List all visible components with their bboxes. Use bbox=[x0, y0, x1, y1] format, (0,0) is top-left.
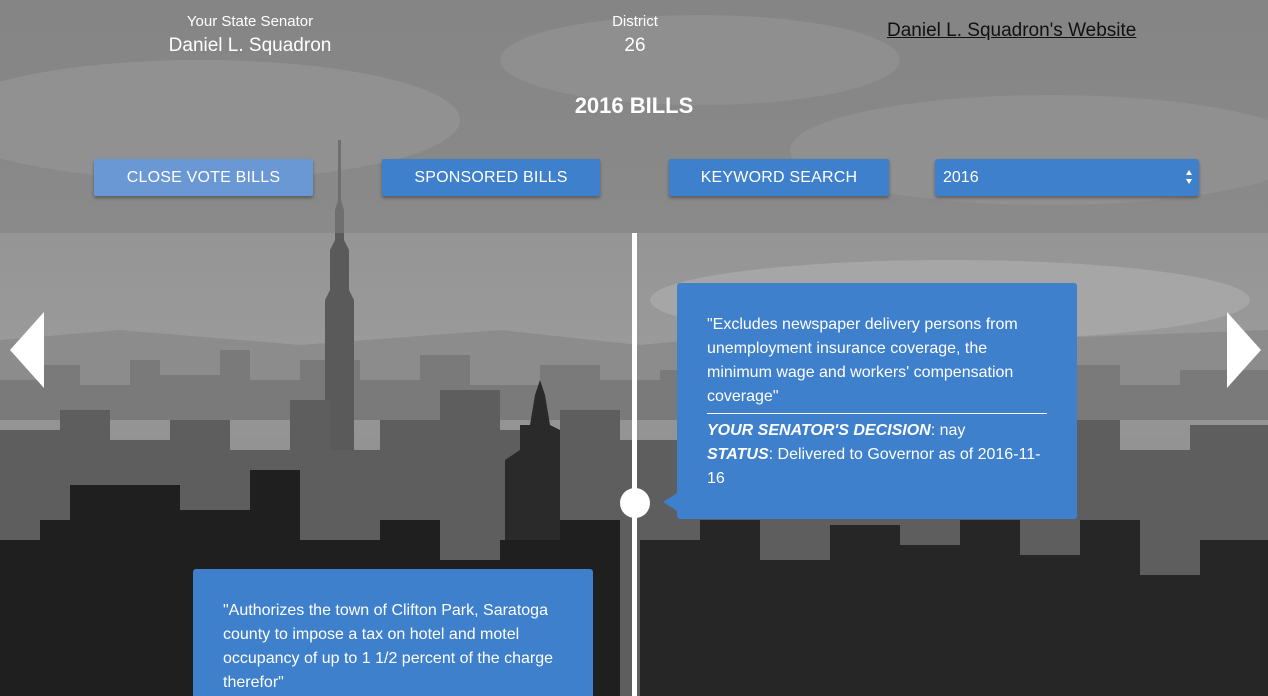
senator-decision: YOUR SENATOR'S DECISION: nay bbox=[707, 419, 1047, 443]
sponsored-bills-button[interactable]: SPONSORED BILLS bbox=[382, 159, 600, 196]
district-number: 26 bbox=[624, 35, 646, 56]
status-label: STATUS bbox=[707, 446, 769, 463]
card-divider bbox=[707, 413, 1047, 414]
decision-value: : nay bbox=[930, 422, 966, 439]
decision-label: YOUR SENATOR'S DECISION bbox=[707, 422, 931, 439]
senator-name: Daniel L. Squadron bbox=[168, 35, 332, 56]
senator-info: Your State Senator Daniel L. Squadron bbox=[150, 13, 350, 57]
bill-description: "Excludes newspaper delivery persons fro… bbox=[707, 316, 1018, 405]
year-select[interactable]: 2016 bbox=[935, 159, 1199, 196]
bill-status: STATUS: Delivered to Governor as of 2016… bbox=[707, 443, 1047, 491]
timeline-dot[interactable] bbox=[620, 488, 650, 518]
timeline-line bbox=[632, 233, 637, 696]
header-bar: Your State Senator Daniel L. Squadron Di… bbox=[0, 0, 1268, 233]
close-vote-bills-button[interactable]: CLOSE VOTE BILLS bbox=[94, 159, 313, 196]
senator-website-link[interactable]: Daniel L. Squadron's Website bbox=[887, 20, 1136, 42]
bill-card: "Authorizes the town of Clifton Park, Sa… bbox=[193, 569, 593, 696]
district-label: District bbox=[612, 13, 658, 30]
keyword-search-button[interactable]: KEYWORD SEARCH bbox=[669, 159, 889, 196]
bill-description: "Authorizes the town of Clifton Park, Sa… bbox=[223, 602, 553, 691]
year-select-value: 2016 bbox=[943, 169, 979, 186]
card-pointer bbox=[663, 493, 677, 511]
chevron-right-icon[interactable] bbox=[1227, 312, 1261, 388]
bill-card: "Excludes newspaper delivery persons fro… bbox=[663, 283, 1077, 519]
senator-label: Your State Senator bbox=[186, 13, 314, 30]
district-info: District 26 bbox=[585, 13, 685, 57]
updown-arrows-icon bbox=[1186, 170, 1192, 184]
chevron-left-icon[interactable] bbox=[10, 312, 44, 388]
page-title: 2016 BILLS bbox=[574, 93, 694, 118]
